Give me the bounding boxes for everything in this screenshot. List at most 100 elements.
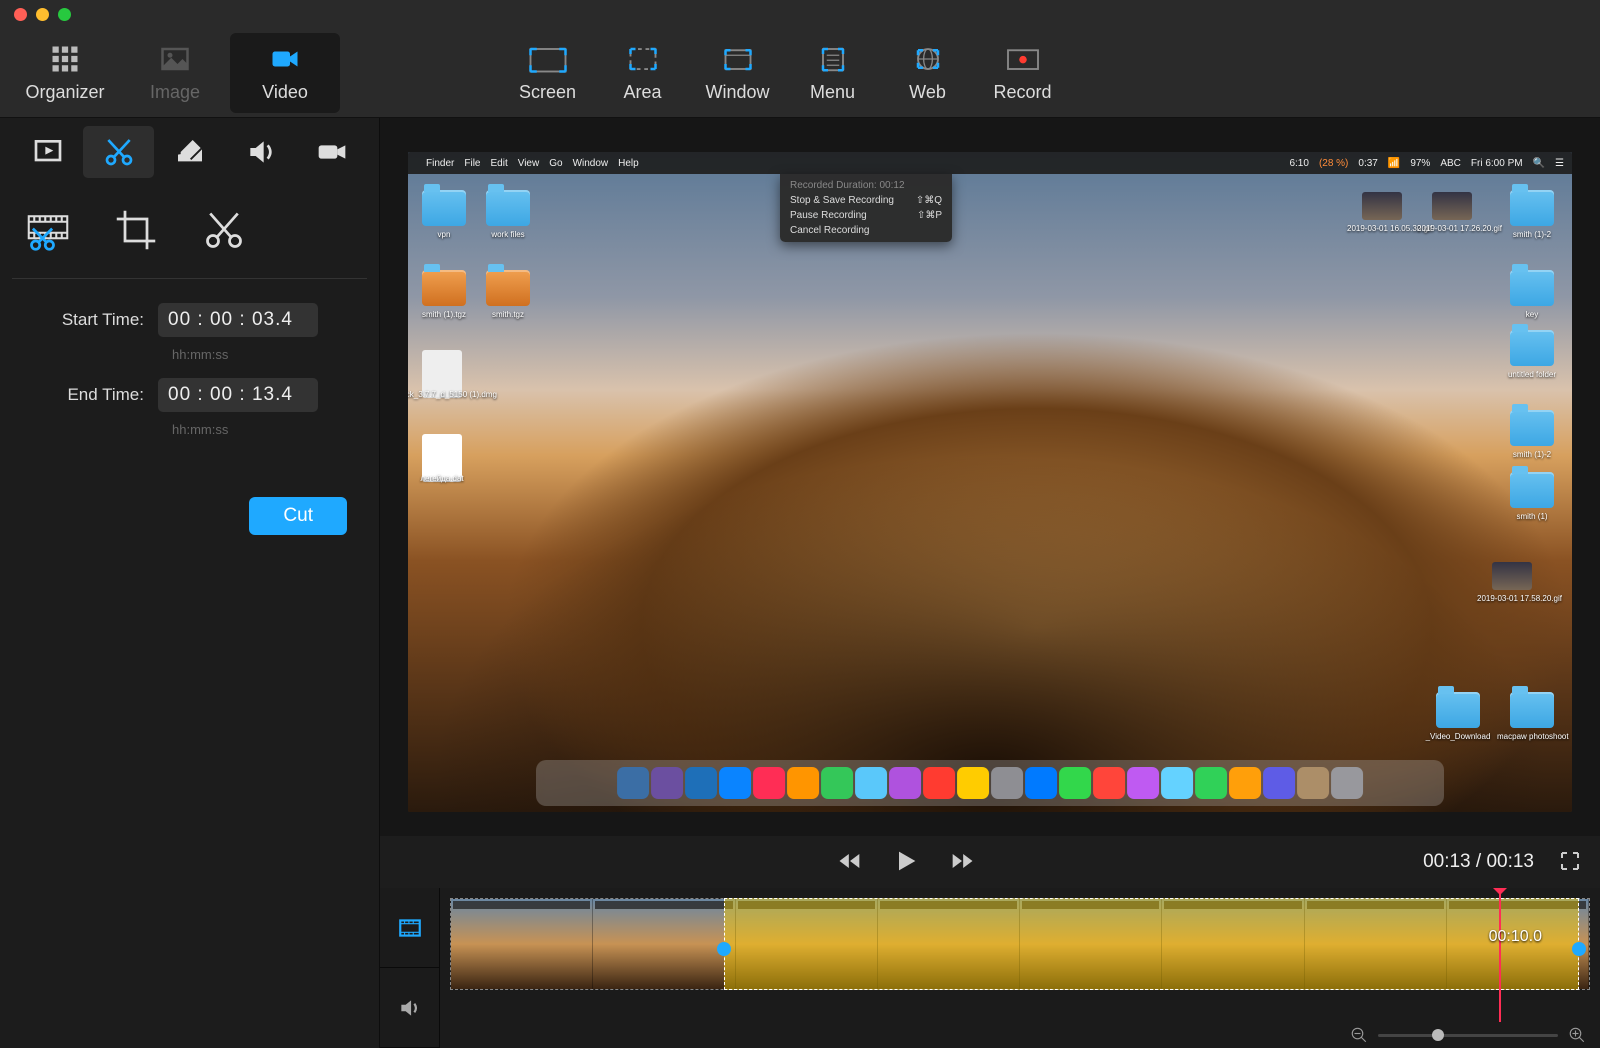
nav-organizer[interactable]: Organizer (10, 33, 120, 113)
dock-app-icon (991, 767, 1023, 799)
globe-icon (906, 42, 950, 76)
nav-label: Video (262, 82, 308, 103)
start-time-input[interactable]: 00 : 00 : 03.4 (158, 303, 318, 337)
selection-time-label: 00:10.0 (1489, 928, 1542, 946)
tab-camera[interactable] (296, 126, 367, 178)
area-icon (621, 42, 665, 76)
dock-app-icon (957, 767, 989, 799)
edit-crop[interactable] (106, 200, 166, 260)
desktop-wallpaper (408, 152, 1572, 812)
window-titlebar (0, 0, 1600, 28)
end-time-label: End Time: (24, 385, 144, 405)
nav-record[interactable]: Record (975, 33, 1070, 113)
nav-image[interactable]: Image (120, 33, 230, 113)
desktop-item: smith (1)-2 (1510, 410, 1554, 446)
edit-tools (12, 184, 367, 279)
zoom-slider[interactable] (1378, 1034, 1558, 1037)
cut-button[interactable]: Cut (249, 497, 347, 535)
dock-app-icon (855, 767, 887, 799)
dock-app-icon (923, 767, 955, 799)
tab-gallery[interactable] (12, 126, 83, 178)
dock-app-icon (719, 767, 751, 799)
desktop-item: 2019-03-01 17.26.20.gif (1432, 192, 1472, 220)
edit-scissors[interactable] (194, 200, 254, 260)
desktop-item: легейда.dat (422, 434, 462, 482)
nav-label: Area (623, 82, 661, 103)
dock-app-icon (1331, 767, 1363, 799)
nav-label: Web (909, 82, 946, 103)
nav-menu[interactable]: Menu (785, 33, 880, 113)
timeline-body[interactable]: 00:10.0 (440, 888, 1600, 1048)
timeline-zoom (1350, 1026, 1586, 1044)
dropdown-item: Cancel Recording (780, 223, 952, 238)
nav-label: Record (993, 82, 1051, 103)
video-camera-icon (263, 42, 307, 76)
desktop-item: 2019-03-01 17.58.20.gif (1492, 562, 1532, 590)
desktop-item: smith.tgz (486, 270, 530, 306)
nav-label: Organizer (25, 82, 104, 103)
dropdown-item: Stop & Save Recording⇧⌘Q (780, 193, 952, 208)
desktop-item: smith (1).tgz (422, 270, 466, 306)
nav-screen[interactable]: Screen (500, 33, 595, 113)
screen-icon (526, 42, 570, 76)
dock-app-icon (685, 767, 717, 799)
rewind-button[interactable] (836, 847, 864, 878)
nav-video[interactable]: Video (230, 33, 340, 113)
dock-app-icon (889, 767, 921, 799)
tab-annotate[interactable] (154, 126, 225, 178)
audio-track-button[interactable] (380, 968, 439, 1048)
zoom-in-icon[interactable] (1568, 1026, 1586, 1044)
end-time-input[interactable]: 00 : 00 : 13.4 (158, 378, 318, 412)
time-format-hint: hh:mm:ss (172, 422, 355, 437)
tab-audio[interactable] (225, 126, 296, 178)
nav-label: Screen (519, 82, 576, 103)
desktop-item: smith (1) (1510, 472, 1554, 508)
dock-app-icon (1161, 767, 1193, 799)
video-track-button[interactable] (380, 888, 439, 968)
fast-forward-button[interactable] (948, 847, 976, 878)
minimize-icon[interactable] (36, 8, 49, 21)
play-button[interactable] (892, 847, 920, 878)
selection-start-handle[interactable] (717, 942, 731, 956)
dock-app-icon (821, 767, 853, 799)
playback-controls: 00:13 / 00:13 (380, 836, 1600, 888)
dock-app-icon (651, 767, 683, 799)
tab-cut[interactable] (83, 126, 154, 178)
recording-dropdown: Recorded Duration: 00:12 Stop & Save Rec… (780, 174, 952, 242)
image-icon (153, 42, 197, 76)
video-preview[interactable]: Finder File Edit View Go Window Help 6:1… (408, 152, 1572, 812)
fullscreen-button[interactable] (1558, 849, 1582, 876)
desktop-item: macpaw photoshoot (1510, 692, 1554, 728)
desktop-item: nelblick_3.7.7_d_5150 (1).dmg (422, 350, 462, 398)
dock-app-icon (1025, 767, 1057, 799)
sidebar: Start Time: 00 : 00 : 03.4 hh:mm:ss End … (0, 118, 380, 1048)
mac-dock (536, 760, 1444, 806)
nav-label: Image (150, 82, 200, 103)
start-time-label: Start Time: (24, 310, 144, 330)
nav-window[interactable]: Window (690, 33, 785, 113)
nav-web[interactable]: Web (880, 33, 975, 113)
desktop-item: vpn (422, 190, 466, 226)
nav-area[interactable]: Area (595, 33, 690, 113)
menu-icon (811, 42, 855, 76)
desktop-item: smith (1)-2 (1510, 190, 1554, 226)
playhead[interactable] (1499, 888, 1501, 1022)
window-icon (716, 42, 760, 76)
zoom-out-icon[interactable] (1350, 1026, 1368, 1044)
timeline-selection[interactable] (724, 898, 1579, 990)
dock-app-icon (1195, 767, 1227, 799)
dock-app-icon (1229, 767, 1261, 799)
time-display: 00:13 / 00:13 (1423, 851, 1534, 873)
desktop-item: work files (486, 190, 530, 226)
zoom-icon[interactable] (58, 8, 71, 21)
dock-app-icon (753, 767, 785, 799)
dock-app-icon (617, 767, 649, 799)
edit-trim-filmstrip[interactable] (18, 200, 78, 260)
close-icon[interactable] (14, 8, 27, 21)
dock-app-icon (1093, 767, 1125, 799)
top-toolbar: Organizer Image Video Screen Area Window (0, 28, 1600, 118)
selection-end-handle[interactable] (1572, 942, 1586, 956)
nav-label: Menu (810, 82, 855, 103)
dock-app-icon (1297, 767, 1329, 799)
dock-app-icon (1127, 767, 1159, 799)
